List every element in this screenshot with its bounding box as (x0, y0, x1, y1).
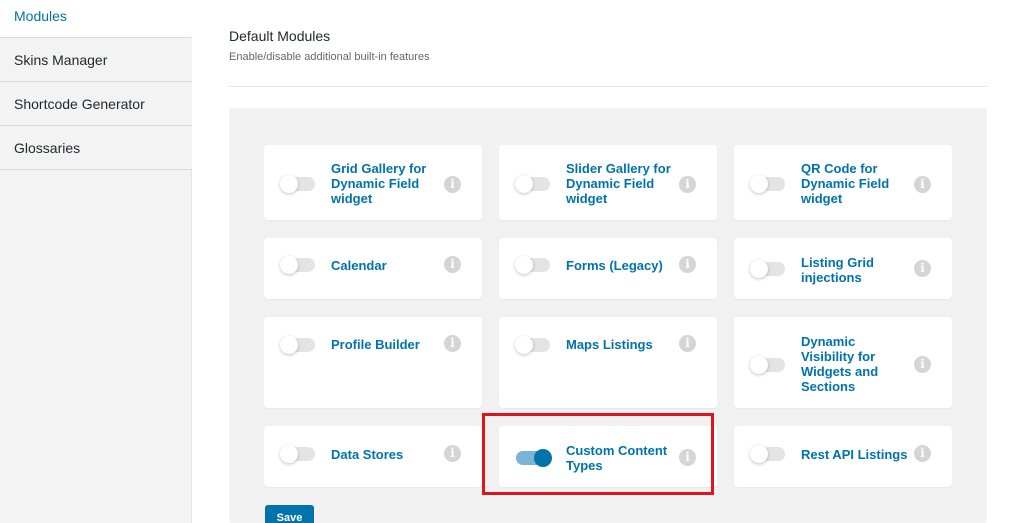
highlight-box (482, 413, 714, 495)
module-card-profile-builder: Profile Builder i (264, 317, 482, 408)
toggle-knob (750, 175, 768, 193)
sidebar-item-modules[interactable]: Modules (0, 0, 192, 38)
module-card-listing-grid-injections: Listing Grid injections i (734, 238, 952, 299)
sidebar-item-label: Modules (14, 7, 67, 24)
info-icon[interactable]: i (914, 356, 931, 373)
sidebar-item-label: Shortcode Generator (14, 95, 145, 112)
module-label: QR Code for Dynamic Field widget (801, 161, 890, 206)
info-icon[interactable]: i (444, 335, 461, 352)
toggle-knob (280, 336, 298, 354)
toggle-knob (280, 445, 298, 463)
info-icon[interactable]: i (914, 260, 931, 277)
toggle-knob (750, 356, 768, 374)
module-toggle[interactable] (515, 175, 550, 193)
module-card-calendar: Calendar i (264, 238, 482, 299)
sidebar-item-label: Glossaries (14, 139, 81, 156)
toggle-knob (515, 256, 533, 274)
sidebar-item-shortcode-generator[interactable]: Shortcode Generator (0, 82, 192, 126)
toggle-knob (750, 260, 768, 278)
toggle-knob (280, 175, 298, 193)
module-label: Data Stores (331, 447, 404, 462)
module-card-data-stores: Data Stores i (264, 426, 482, 487)
info-icon[interactable]: i (444, 176, 461, 193)
info-icon[interactable]: i (444, 445, 461, 462)
module-card-forms-legacy: Forms (Legacy) i (499, 238, 717, 299)
page-title: Default Modules (229, 28, 331, 44)
module-toggle[interactable] (280, 336, 315, 354)
module-toggle[interactable] (750, 356, 785, 374)
sidebar: Modules Skins Manager Shortcode Generato… (0, 0, 192, 523)
sidebar-item-skins-manager[interactable]: Skins Manager (0, 38, 192, 82)
toggle-knob (515, 175, 533, 193)
page-subtitle: Enable/disable additional built-in featu… (229, 51, 430, 63)
module-card-qr-code: QR Code for Dynamic Field widget i (734, 145, 952, 220)
module-label: Slider Gallery for Dynamic Field widget (566, 161, 671, 206)
module-label: Dynamic Visibility for Widgets and Secti… (801, 334, 879, 394)
module-card-rest-api-listings: Rest API Listings i (734, 426, 952, 487)
module-label: Calendar (331, 258, 387, 273)
info-icon[interactable]: i (914, 445, 931, 462)
module-toggle[interactable] (750, 445, 785, 463)
module-card-slider-gallery: Slider Gallery for Dynamic Field widget … (499, 145, 717, 220)
module-label: Rest API Listings (801, 447, 908, 462)
info-icon[interactable]: i (679, 176, 696, 193)
module-card-grid-gallery: Grid Gallery for Dynamic Field widget i (264, 145, 482, 220)
module-label: Listing Grid injections (801, 255, 874, 285)
toggle-knob (515, 336, 533, 354)
sidebar-item-glossaries[interactable]: Glossaries (0, 126, 192, 170)
module-label: Grid Gallery for Dynamic Field widget (331, 161, 427, 206)
module-toggle[interactable] (515, 336, 550, 354)
module-label: Forms (Legacy) (566, 258, 663, 273)
info-icon[interactable]: i (679, 256, 696, 273)
toggle-knob (750, 445, 768, 463)
module-toggle[interactable] (280, 175, 315, 193)
toggle-knob (280, 256, 298, 274)
module-toggle[interactable] (750, 175, 785, 193)
module-toggle[interactable] (750, 260, 785, 278)
module-toggle[interactable] (515, 256, 550, 274)
info-icon[interactable]: i (444, 256, 461, 273)
module-label: Maps Listings (566, 337, 653, 352)
module-toggle[interactable] (280, 256, 315, 274)
info-icon[interactable]: i (914, 176, 931, 193)
module-label: Profile Builder (331, 337, 420, 352)
info-icon[interactable]: i (679, 335, 696, 352)
module-card-dynamic-visibility: Dynamic Visibility for Widgets and Secti… (734, 317, 952, 408)
sidebar-item-label: Skins Manager (14, 51, 108, 68)
save-button[interactable]: Save (265, 505, 314, 523)
header-divider (229, 86, 987, 87)
module-toggle[interactable] (280, 445, 315, 463)
module-card-maps-listings: Maps Listings i (499, 317, 717, 408)
